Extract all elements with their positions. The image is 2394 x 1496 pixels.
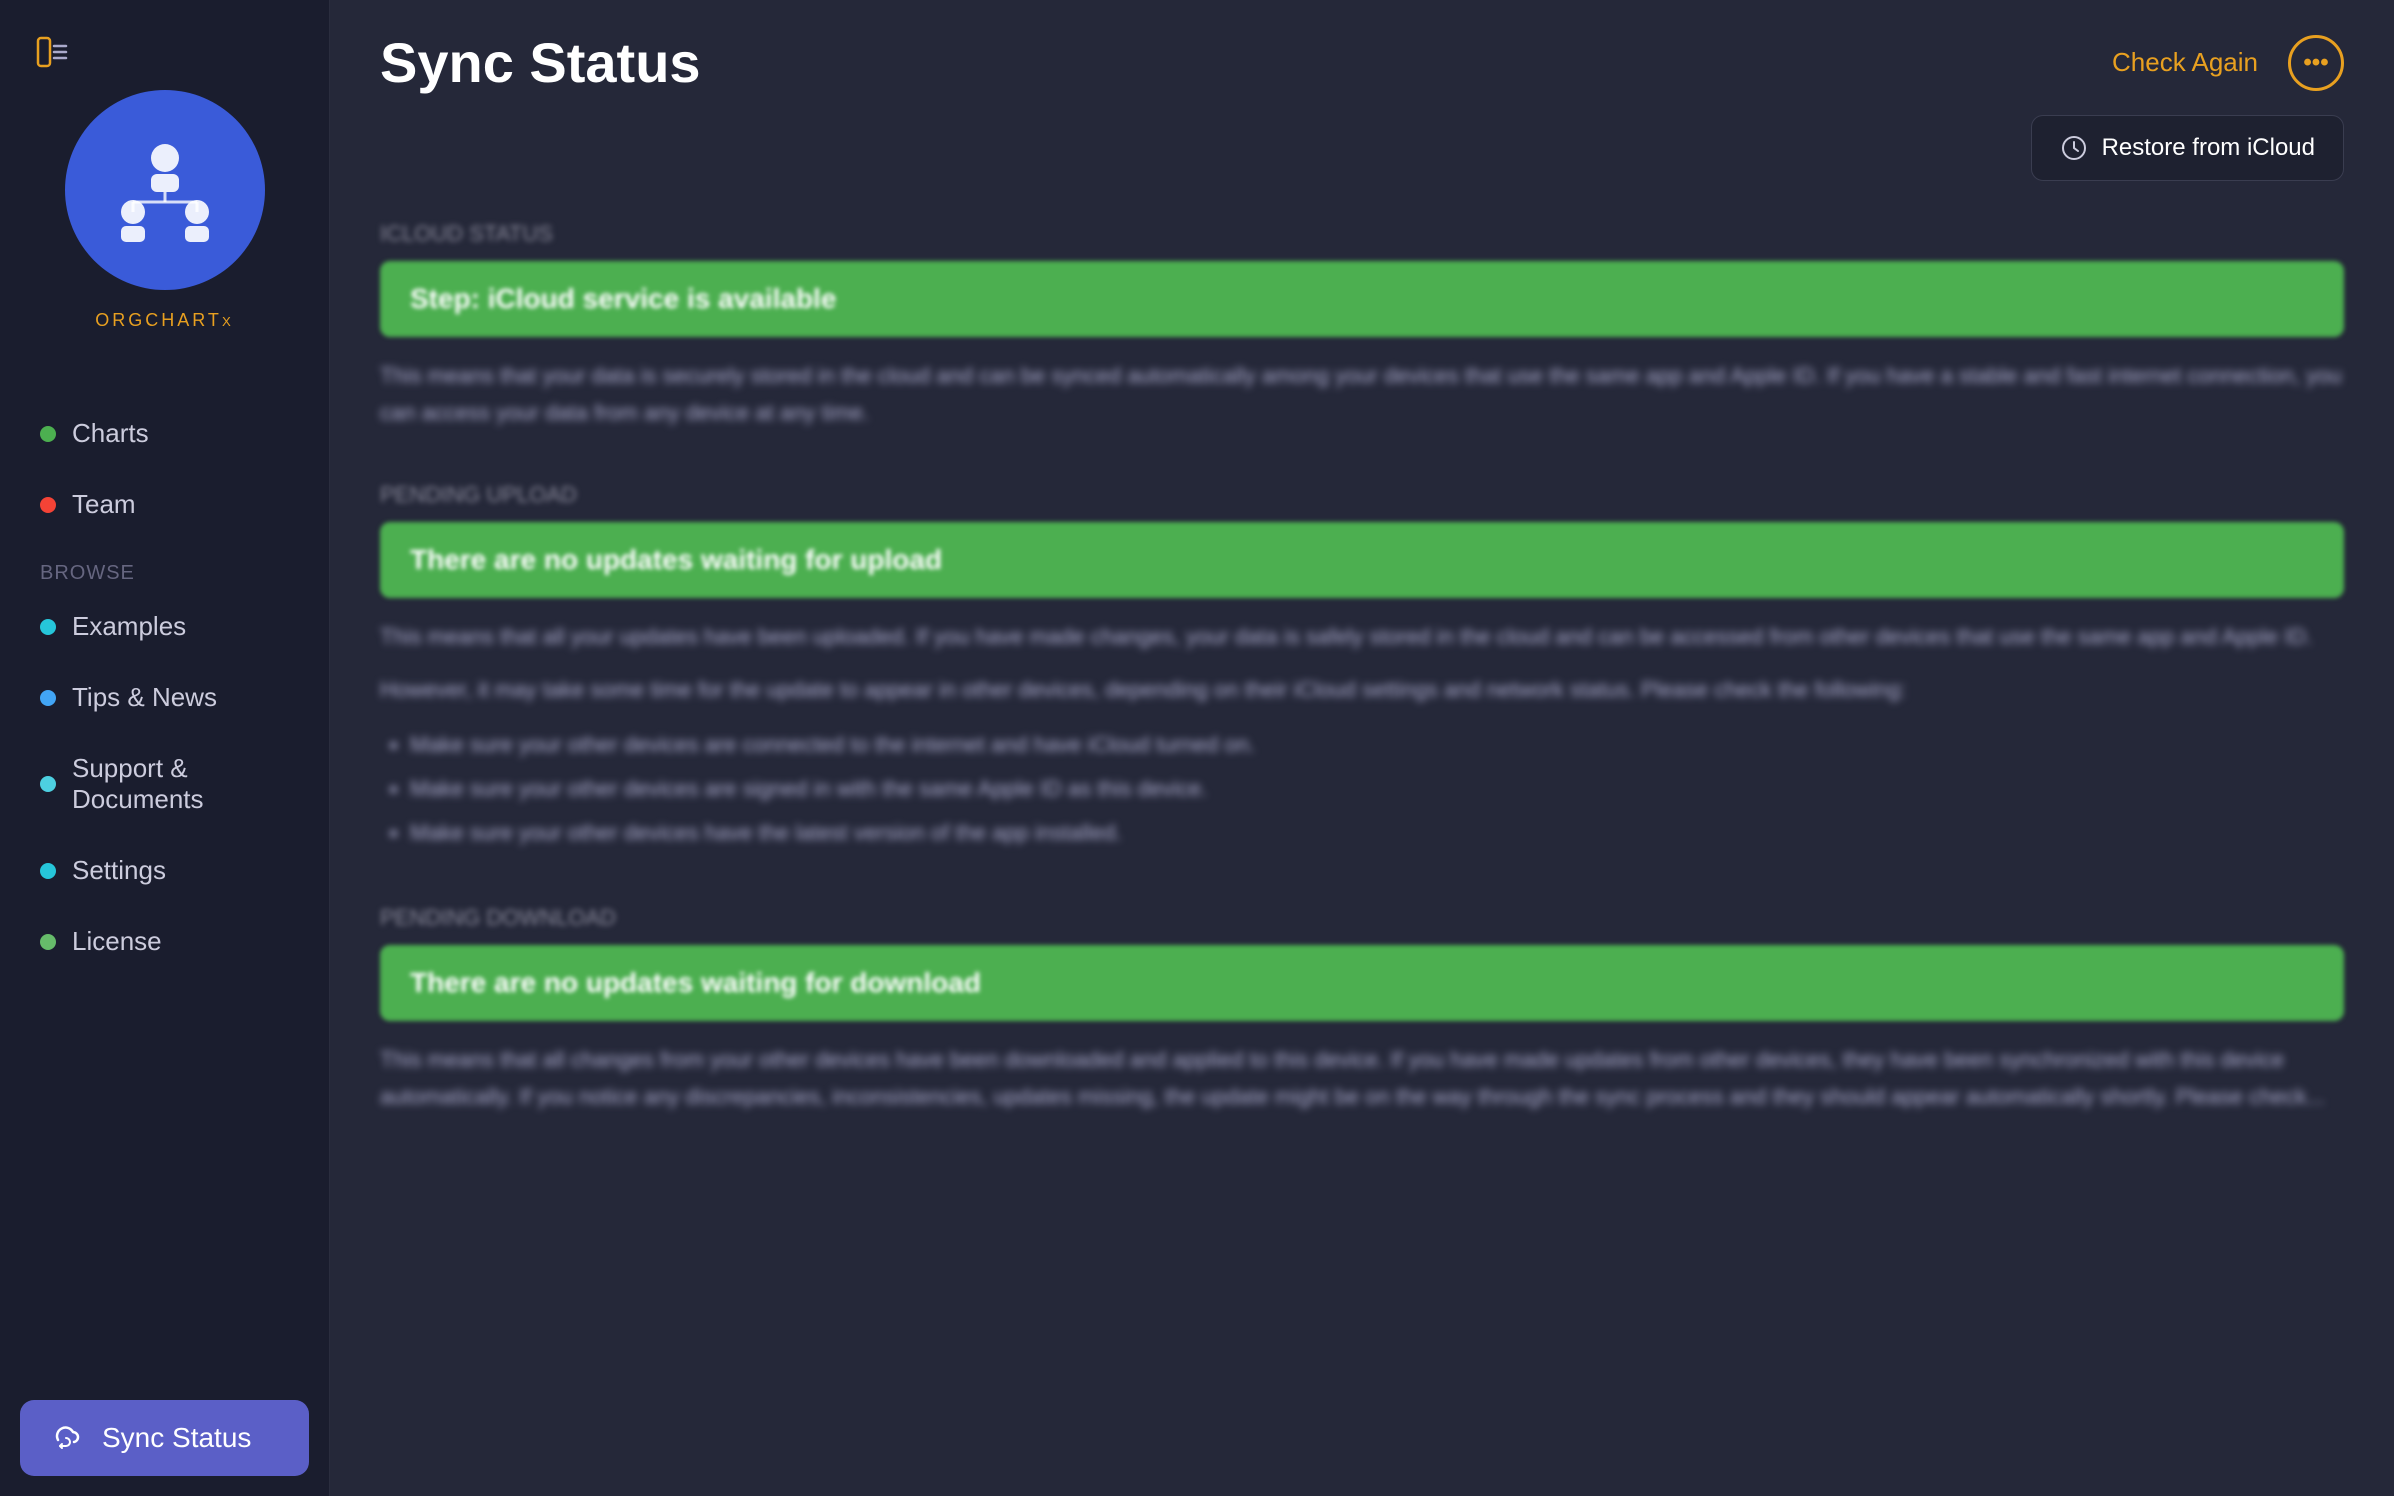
tips-dot (40, 690, 56, 706)
icloud-status-section: ICLOUD STATUS Step: iCloud service is av… (380, 221, 2344, 432)
pending-upload-description: This means that all your updates have be… (380, 618, 2344, 655)
sidebar-navigation: Charts Team BROWSE Examples Tips & News … (0, 400, 329, 1380)
pending-upload-bullets: Make sure your other devices are connect… (380, 723, 2344, 855)
sync-status-button[interactable]: Sync Status (20, 1400, 309, 1476)
pending-download-bar: There are no updates waiting for downloa… (380, 945, 2344, 1021)
support-dot (40, 776, 56, 792)
pending-upload-extra: However, it may take some time for the u… (380, 671, 2344, 708)
icloud-status-label: ICLOUD STATUS (380, 221, 2344, 247)
sidebar-item-settings[interactable]: Settings (20, 837, 309, 904)
sidebar-item-tips-news[interactable]: Tips & News (20, 664, 309, 731)
pending-upload-label: PENDING UPLOAD (380, 482, 2344, 508)
examples-dot (40, 619, 56, 635)
sync-content: ICLOUD STATUS Step: iCloud service is av… (330, 201, 2394, 1496)
check-again-button[interactable]: Check Again (2112, 47, 2258, 78)
bullet-3: Make sure your other devices have the la… (410, 811, 2344, 855)
app-name-label: ORGCHARTX (95, 310, 233, 340)
cloud-sync-icon (50, 1422, 82, 1454)
icloud-status-bar: Step: iCloud service is available (380, 261, 2344, 337)
sidebar-toggle-button[interactable] (28, 28, 76, 76)
sidebar-item-support-docs[interactable]: Support & Documents (20, 735, 309, 833)
sidebar-item-charts[interactable]: Charts (20, 400, 309, 467)
team-dot (40, 497, 56, 513)
charts-dot (40, 426, 56, 442)
sidebar-bottom: Sync Status (0, 1380, 329, 1496)
license-dot (40, 934, 56, 950)
icloud-status-description: This means that your data is securely st… (380, 357, 2344, 432)
pending-download-section: PENDING DOWNLOAD There are no updates wa… (380, 905, 2344, 1116)
restore-from-icloud-button[interactable]: Restore from iCloud (2031, 115, 2344, 181)
pending-upload-bar: There are no updates waiting for upload (380, 522, 2344, 598)
bullet-1: Make sure your other devices are connect… (410, 723, 2344, 767)
clock-icon (2060, 134, 2088, 162)
pending-download-description: This means that all changes from your ot… (380, 1041, 2344, 1116)
browse-section-label: BROWSE (20, 542, 309, 593)
sidebar-item-license[interactable]: License (20, 908, 309, 975)
bullet-2: Make sure your other devices are signed … (410, 767, 2344, 811)
sidebar: ORGCHARTX Charts Team BROWSE Examples Ti… (0, 0, 330, 1496)
header-actions: Check Again ••• (2112, 35, 2344, 91)
sidebar-item-team[interactable]: Team (20, 471, 309, 538)
main-header: Sync Status Check Again ••• (330, 0, 2394, 115)
avatar (65, 90, 265, 290)
sidebar-item-examples[interactable]: Examples (20, 593, 309, 660)
page-title: Sync Status (380, 30, 701, 95)
pending-download-label: PENDING DOWNLOAD (380, 905, 2344, 931)
more-options-button[interactable]: ••• (2288, 35, 2344, 91)
restore-bar: Restore from iCloud (330, 115, 2394, 201)
settings-dot (40, 863, 56, 879)
pending-upload-section: PENDING UPLOAD There are no updates wait… (380, 482, 2344, 855)
main-content-area: Sync Status Check Again ••• Restore from… (330, 0, 2394, 1496)
